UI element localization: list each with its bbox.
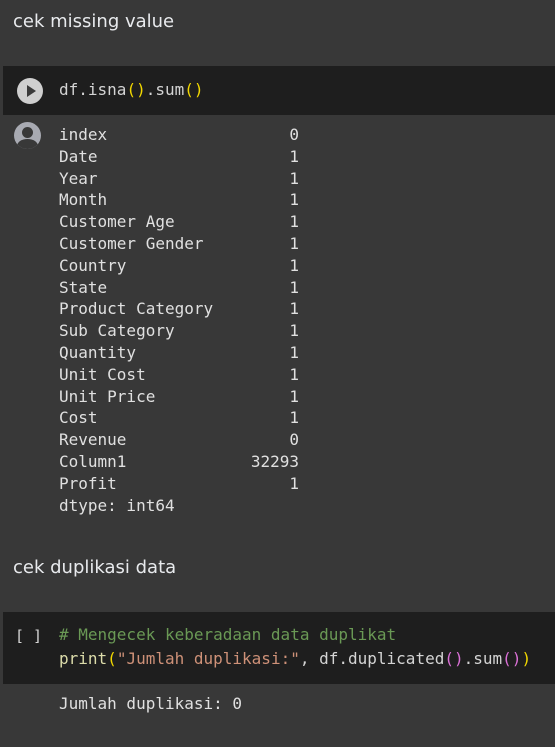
user-avatar-icon: [14, 122, 41, 149]
paren-token: (: [502, 649, 512, 668]
output-dtype: dtype: int64: [59, 495, 175, 515]
output-row: Sub Category 1: [59, 320, 299, 342]
output-row: Unit Price 1: [59, 386, 299, 408]
output-row: Column1 32293: [59, 451, 299, 473]
output-isna: index 0 Date 1 Year 1 Month 1 Customer Age 1 Custo…: [59, 124, 299, 516]
output-value: 1: [289, 146, 299, 166]
output-key: Product Category: [59, 299, 214, 319]
output-row: Customer Age 1: [59, 211, 299, 233]
output-row: Country 1: [59, 255, 299, 277]
code-token: .sum: [463, 649, 503, 668]
output-key: Quantity: [59, 342, 137, 362]
output-duplikasi: Jumlah duplikasi: 0: [59, 694, 243, 713]
output-row: Quantity 1: [59, 342, 299, 364]
paren-token: ): [193, 80, 204, 99]
output-value: 1: [289, 342, 299, 362]
output-value: 0: [289, 430, 299, 450]
code-token: .sum: [145, 80, 185, 99]
string-token: "Jumlah duplikasi:": [116, 649, 300, 668]
output-value: 1: [289, 255, 299, 275]
output-value: 1: [289, 386, 299, 406]
output-value: 1: [289, 233, 299, 253]
output-value: 1: [289, 321, 299, 341]
output-value: 1: [289, 473, 299, 493]
cell-run-bracket[interactable]: [ ]: [15, 627, 42, 645]
paren-token: (: [107, 649, 117, 668]
output-row: Month 1: [59, 189, 299, 211]
output-key: Profit: [59, 473, 117, 493]
code-cell-isna[interactable]: df.isna().sum(): [3, 66, 555, 115]
code-token: print: [59, 649, 108, 668]
code-comment[interactable]: # Mengecek keberadaan data duplikat: [59, 623, 396, 647]
code-token: df.isna: [59, 80, 127, 99]
output-value: 1: [289, 190, 299, 210]
output-key: Date: [59, 146, 98, 166]
output-key: Country: [59, 255, 127, 275]
output-row: State 1: [59, 277, 299, 299]
output-row: Date 1: [59, 146, 299, 168]
notebook-page: cek missing value df.isna().sum() index 0…: [0, 0, 555, 747]
output-row: Product Category 1: [59, 298, 299, 320]
output-row: index 0: [59, 124, 299, 146]
output-value: 1: [289, 212, 299, 232]
output-key: Unit Price: [59, 386, 156, 406]
output-row: Cost 1: [59, 407, 299, 429]
paren-token: ): [136, 80, 146, 99]
output-value: 1: [289, 408, 299, 428]
play-icon[interactable]: [17, 78, 43, 104]
output-row: Unit Cost 1: [59, 364, 299, 386]
output-row: Year 1: [59, 168, 299, 190]
output-key: Column1: [59, 451, 127, 471]
output-key: Month: [59, 190, 108, 210]
paren-token: ): [521, 649, 532, 668]
output-key: Unit Cost: [59, 364, 146, 384]
output-key: Customer Age: [59, 212, 175, 232]
output-key: State: [59, 277, 108, 297]
output-key: Cost: [59, 408, 98, 428]
output-value: 1: [289, 299, 299, 319]
paren-token: ): [453, 649, 464, 668]
output-row: Revenue 0: [59, 429, 299, 451]
output-value: 1: [289, 277, 299, 297]
code-line[interactable]: print("Jumlah duplikasi:", df.duplicated…: [59, 647, 531, 671]
code-token: , df.duplicated: [299, 649, 445, 668]
output-value: 1: [289, 168, 299, 188]
output-key: Customer Gender: [59, 233, 204, 253]
code-cell-duplicated[interactable]: [ ] # Mengecek keberadaan data duplikat …: [3, 612, 555, 684]
output-key: Sub Category: [59, 321, 175, 341]
output-row: Customer Gender 1: [59, 233, 299, 255]
paren-token: (: [444, 649, 454, 668]
heading-duplikasi: cek duplikasi data: [13, 557, 177, 578]
output-key: index: [59, 125, 108, 144]
output-value: 32293: [250, 451, 299, 471]
output-value: 1: [289, 364, 299, 384]
output-row: Profit 1: [59, 473, 299, 495]
output-key: Revenue: [59, 430, 127, 450]
heading-missing-value: cek missing value: [13, 11, 175, 32]
code-line[interactable]: df.isna().sum(): [59, 78, 204, 102]
output-key: Year: [59, 168, 98, 188]
paren-token: (: [126, 80, 137, 99]
output-value: 0: [289, 125, 299, 144]
paren-token: ): [511, 649, 522, 668]
paren-token: (: [184, 80, 194, 99]
